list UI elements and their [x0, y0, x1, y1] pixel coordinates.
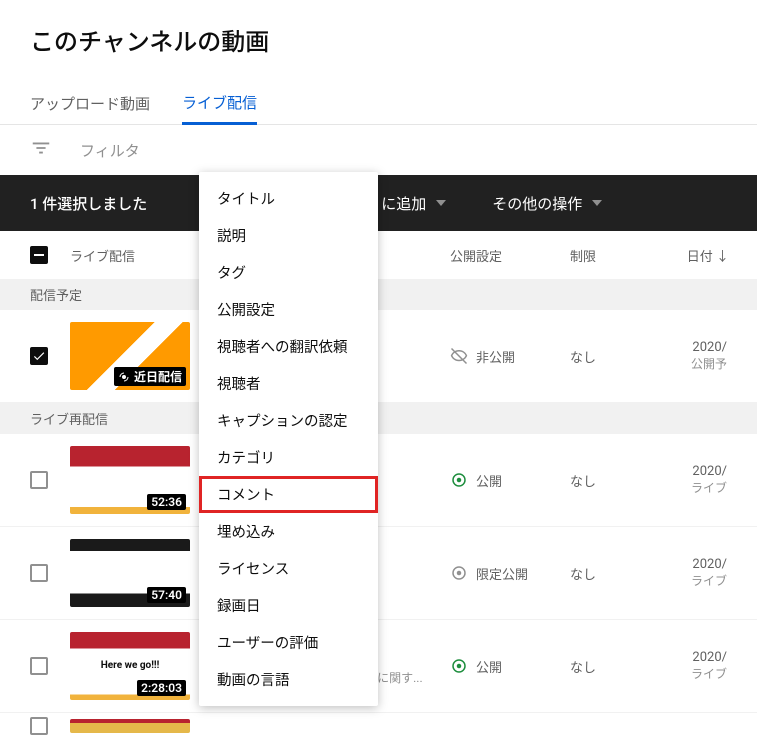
row-checkbox[interactable]	[30, 564, 48, 582]
edit-field-menu-item[interactable]: ライセンス	[199, 550, 378, 587]
row-checkbox[interactable]	[30, 347, 48, 365]
visibility-off-icon	[450, 347, 468, 365]
visibility-public-icon	[450, 471, 468, 489]
video-thumbnail[interactable]: 52:36	[70, 446, 190, 514]
date-cell: 2020/ 公開予	[670, 340, 727, 372]
edit-field-menu-item[interactable]: 説明	[199, 217, 378, 254]
duration-badge: 52:36	[147, 494, 186, 510]
row-checkbox[interactable]	[30, 471, 48, 489]
visibility-label: 公開	[476, 471, 502, 490]
table-row[interactable]: Here we go!!! 2:28:03 WS Scho... Fin-JAW…	[0, 620, 757, 713]
edit-field-menu-item[interactable]: キャプションの認定	[199, 402, 378, 439]
table-row[interactable]: 52:36 UG #9 ンライン SAの荒木... 公開 なし 2020/ライブ	[0, 434, 757, 527]
more-actions-menu[interactable]: その他の操作	[492, 193, 602, 214]
edit-field-menu-item[interactable]: 公開設定	[199, 291, 378, 328]
video-thumbnail[interactable]: 57:40	[70, 539, 190, 607]
date-cell: 2020/ライブ	[670, 650, 727, 682]
more-actions-label: その他の操作	[492, 193, 582, 214]
tab-uploads[interactable]: アップロード動画	[30, 83, 150, 124]
visibility-label: 公開	[476, 657, 502, 676]
row-checkbox[interactable]	[30, 657, 48, 675]
edit-field-menu-item[interactable]: 動画の言語	[199, 661, 378, 698]
row-checkbox[interactable]	[30, 717, 48, 735]
video-thumbnail[interactable]	[70, 719, 190, 733]
edit-field-menu-item[interactable]: 埋め込み	[199, 513, 378, 550]
filter-bar: フィルタ	[0, 125, 757, 175]
edit-field-menu: タイトル説明タグ公開設定視聴者への翻訳依頼視聴者キャプションの認定カテゴリコメン…	[199, 172, 378, 706]
column-header-row: ライブ配信 公開設定 制限 日付 ↓	[0, 231, 757, 279]
column-header-visibility[interactable]: 公開設定	[450, 246, 570, 265]
edit-field-menu-item[interactable]: タイトル	[199, 180, 378, 217]
table-row[interactable]: 57:40 限定公開 なし 2020/ライブ	[0, 527, 757, 620]
visibility-public-icon	[450, 657, 468, 675]
add-to-label: に追加	[381, 193, 426, 214]
visibility-label: 限定公開	[476, 564, 528, 583]
restriction-cell: なし	[570, 471, 670, 490]
date-cell: 2020/ライブ	[670, 464, 727, 496]
visibility-unlisted-icon	[450, 564, 468, 582]
edit-field-menu-item[interactable]: タグ	[199, 254, 378, 291]
table-row[interactable]: 近日配信 非公開 なし 2020/ 公開予	[0, 310, 757, 403]
add-to-menu[interactable]: に追加	[381, 193, 446, 214]
visibility-label: 非公開	[476, 347, 515, 366]
table-row[interactable]	[0, 713, 757, 735]
edit-field-menu-item[interactable]: カテゴリ	[199, 439, 378, 476]
edit-field-menu-item[interactable]: コメント	[199, 476, 378, 513]
filter-icon[interactable]	[30, 137, 52, 163]
tabs: アップロード動画 ライブ配信	[0, 83, 757, 125]
section-upcoming: 配信予定	[0, 279, 757, 310]
page-title: このチャンネルの動画	[0, 0, 757, 57]
edit-field-menu-item[interactable]: ユーザーの評価	[199, 624, 378, 661]
restriction-cell: なし	[570, 657, 670, 676]
tab-live[interactable]: ライブ配信	[182, 84, 257, 125]
edit-field-menu-item[interactable]: 録画日	[199, 587, 378, 624]
video-thumbnail[interactable]: Here we go!!! 2:28:03	[70, 632, 190, 700]
edit-field-menu-item[interactable]: 視聴者への翻訳依頼	[199, 328, 378, 365]
selection-count: 1 件選択しました	[30, 193, 147, 214]
bulk-action-bar: 1 件選択しました に追加 その他の操作	[0, 175, 757, 231]
filter-label[interactable]: フィルタ	[80, 140, 140, 161]
section-rebroadcast: ライブ再配信	[0, 403, 757, 434]
column-header-restriction[interactable]: 制限	[570, 246, 670, 265]
edit-field-menu-item[interactable]: 視聴者	[199, 365, 378, 402]
column-header-date[interactable]: 日付 ↓	[670, 246, 727, 265]
chevron-down-icon	[592, 200, 602, 206]
restriction-cell: なし	[570, 564, 670, 583]
upcoming-badge: 近日配信	[114, 367, 186, 386]
select-all-checkbox[interactable]	[30, 246, 48, 264]
duration-badge: 57:40	[147, 587, 186, 603]
restriction-cell: なし	[570, 347, 670, 366]
date-cell: 2020/ライブ	[670, 557, 727, 589]
video-thumbnail[interactable]: 近日配信	[70, 322, 190, 390]
chevron-down-icon	[436, 200, 446, 206]
